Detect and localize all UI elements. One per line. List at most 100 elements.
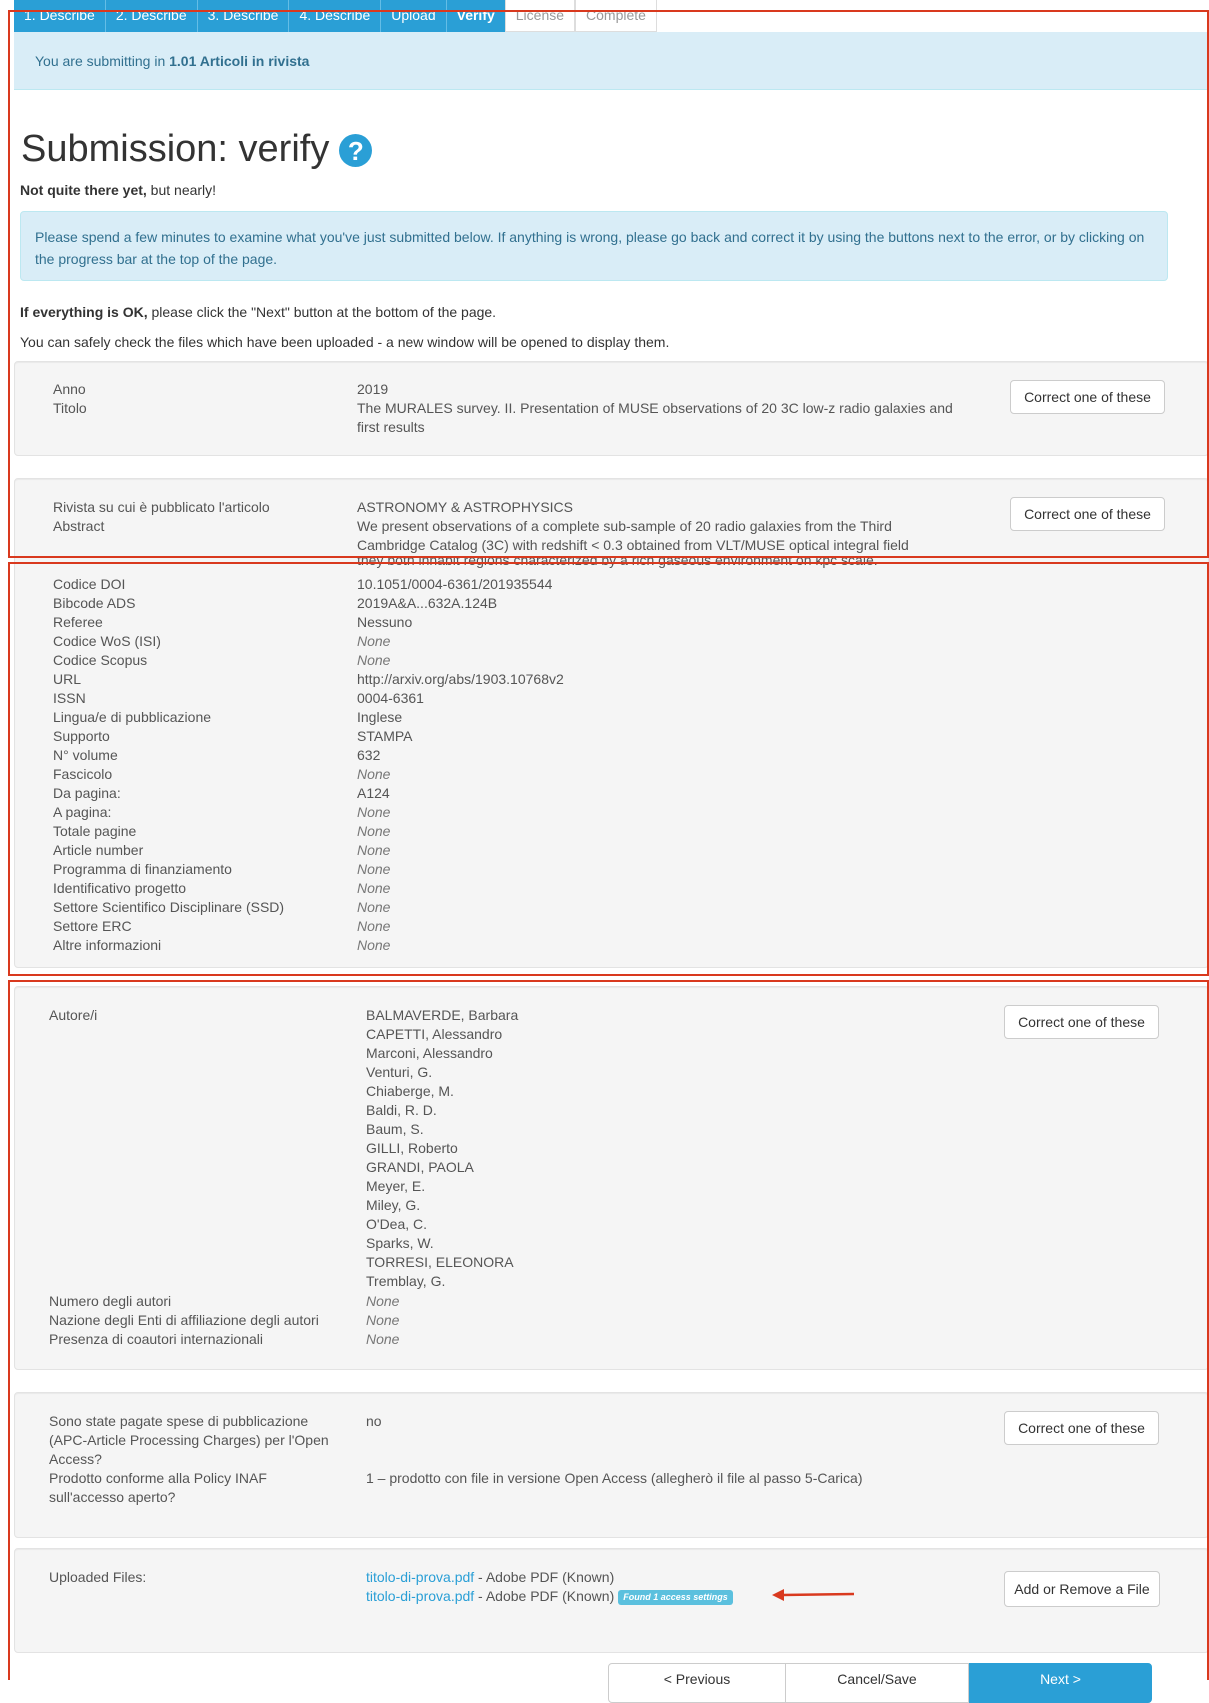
field-label: Settore ERC bbox=[53, 918, 132, 934]
author-meta-value: None bbox=[366, 1312, 400, 1328]
correct-button-4[interactable]: Correct one of these bbox=[1004, 1411, 1159, 1445]
label-authors: Autore/i bbox=[49, 1007, 98, 1023]
progress-step-verify[interactable]: Verify bbox=[446, 0, 505, 32]
author-name: Sparks, W. bbox=[366, 1235, 434, 1251]
label-titolo: Titolo bbox=[53, 400, 87, 416]
apc-question-line: (APC-Article Processing Charges) per l'O… bbox=[49, 1432, 329, 1448]
file-link-2[interactable]: titolo-di-prova.pdf bbox=[366, 1588, 474, 1604]
ok-instruction: If everything is OK, please click the "N… bbox=[20, 304, 497, 320]
value-abstract-tail: they both inhabit regions characterized … bbox=[357, 556, 878, 568]
field-value: Nessuno bbox=[357, 614, 413, 630]
value-rivista: ASTRONOMY & ASTROPHYSICS bbox=[357, 499, 574, 515]
author-name: Marconi, Alessandro bbox=[366, 1045, 493, 1061]
field-value: None bbox=[357, 633, 391, 649]
file-row-1: titolo-di-prova.pdf - Adobe PDF (Known) bbox=[366, 1569, 615, 1585]
annotation-box-1 bbox=[8, 10, 1209, 558]
author-name: GILLI, Roberto bbox=[366, 1140, 458, 1156]
field-value: None bbox=[357, 652, 391, 668]
author-name: Tremblay, G. bbox=[366, 1273, 446, 1289]
instructions-alert: Please spend a few minutes to examine wh… bbox=[20, 211, 1168, 281]
collection-banner: You are submitting in 1.01 Articoli in r… bbox=[14, 32, 1209, 90]
field-label: Article number bbox=[53, 842, 144, 858]
value-apc: no bbox=[366, 1413, 382, 1429]
apc-question-line: Access? bbox=[49, 1451, 102, 1467]
author-meta-label: Nazione degli Enti di affiliazione degli… bbox=[49, 1312, 319, 1328]
field-label: N° volume bbox=[53, 747, 118, 763]
progress-step-describe-4[interactable]: 4. Describe bbox=[289, 0, 382, 32]
author-name: CAPETTI, Alessandro bbox=[366, 1026, 503, 1042]
field-value: None bbox=[357, 823, 391, 839]
value-titolo-line1: The MURALES survey. II. Presentation of … bbox=[357, 400, 953, 416]
field-label: Fascicolo bbox=[53, 766, 113, 782]
apc-question-line: Sono state pagate spese di pubblicazione bbox=[49, 1413, 309, 1429]
author-name: Baldi, R. D. bbox=[366, 1102, 437, 1118]
progress-step-describe-3[interactable]: 3. Describe bbox=[197, 0, 290, 32]
field-value: None bbox=[357, 861, 391, 877]
field-label: Programma di finanziamento bbox=[53, 861, 232, 877]
files-note: You can safely check the files which hav… bbox=[20, 334, 670, 350]
author-name: Chiaberge, M. bbox=[366, 1083, 454, 1099]
progress-bar: 1. Describe 2. Describe 3. Describe 4. D… bbox=[14, 0, 657, 32]
author-name: Baum, S. bbox=[366, 1121, 424, 1137]
field-value: 632 bbox=[357, 747, 381, 763]
field-value: STAMPA bbox=[357, 728, 413, 744]
author-meta-label: Numero degli autori bbox=[49, 1293, 172, 1309]
label-rivista: Rivista su cui è pubblicato l'articolo bbox=[53, 499, 270, 515]
page-title: Submission: verify? bbox=[21, 128, 373, 171]
value-abstract-line1: We present observations of a complete su… bbox=[357, 518, 892, 534]
field-value: None bbox=[357, 880, 391, 896]
field-label: Totale pagine bbox=[53, 823, 137, 839]
banner-prefix: You are submitting in bbox=[35, 53, 170, 69]
correct-button-2[interactable]: Correct one of these bbox=[1010, 497, 1165, 531]
field-label: Settore Scientifico Disciplinare (SSD) bbox=[53, 899, 285, 915]
field-label: ISSN bbox=[53, 690, 86, 706]
value-anno: 2019 bbox=[357, 381, 389, 397]
label-uploaded-files: Uploaded Files: bbox=[49, 1569, 147, 1585]
field-value: http://arxiv.org/abs/1903.10768v2 bbox=[357, 671, 564, 687]
field-label: Altre informazioni bbox=[53, 937, 162, 953]
value-policy: 1 – prodotto con file in versione Open A… bbox=[366, 1470, 863, 1486]
cancel-save-button[interactable]: Cancel/Save bbox=[785, 1663, 969, 1703]
value-titolo-line2: first results bbox=[357, 419, 425, 435]
field-label: URL bbox=[53, 671, 82, 687]
correct-button-1[interactable]: Correct one of these bbox=[1010, 380, 1165, 414]
author-name: Miley, G. bbox=[366, 1197, 421, 1213]
file-link-1[interactable]: titolo-di-prova.pdf bbox=[366, 1569, 474, 1585]
field-label: Codice Scopus bbox=[53, 652, 148, 668]
field-label: Da pagina: bbox=[53, 785, 121, 801]
banner-collection: 1.01 Articoli in rivista bbox=[169, 53, 310, 69]
field-value: None bbox=[357, 804, 391, 820]
progress-step-describe-1[interactable]: 1. Describe bbox=[14, 0, 106, 32]
progress-step-upload[interactable]: Upload bbox=[381, 0, 447, 32]
field-label: Identificativo progetto bbox=[53, 880, 187, 896]
question-circle-icon[interactable]: ? bbox=[339, 134, 373, 168]
add-remove-file-button[interactable]: Add or Remove a File bbox=[1004, 1571, 1160, 1607]
correct-button-3[interactable]: Correct one of these bbox=[1004, 1005, 1159, 1039]
progress-step-complete: Complete bbox=[575, 0, 657, 32]
access-settings-badge: Found 1 access settings bbox=[618, 1589, 733, 1605]
author-name: GRANDI, PAOLA bbox=[366, 1159, 474, 1175]
field-value: None bbox=[357, 937, 391, 953]
page-subtitle: Not quite there yet, but nearly! bbox=[20, 182, 217, 198]
author-name: Meyer, E. bbox=[366, 1178, 426, 1194]
progress-step-describe-2[interactable]: 2. Describe bbox=[105, 0, 198, 32]
file-row-2: titolo-di-prova.pdf - Adobe PDF (Known) F… bbox=[366, 1587, 733, 1606]
annotation-arrow-icon bbox=[772, 1589, 855, 1601]
field-value: A124 bbox=[357, 785, 390, 801]
field-value: None bbox=[357, 766, 391, 782]
progress-step-license: License bbox=[504, 0, 576, 32]
field-value: 0004-6361 bbox=[357, 690, 424, 706]
author-name: BALMAVERDE, Barbara bbox=[366, 1007, 519, 1023]
field-label: Codice DOI bbox=[53, 576, 126, 592]
author-meta-value: None bbox=[366, 1293, 400, 1309]
author-meta-label: Presenza di coautori internazionali bbox=[49, 1331, 264, 1347]
author-meta-value: None bbox=[366, 1331, 400, 1347]
field-label: A pagina: bbox=[53, 804, 112, 820]
field-value: 2019A&A...632A.124B bbox=[357, 595, 498, 611]
author-name: O'Dea, C. bbox=[366, 1216, 428, 1232]
field-label: Lingua/e di pubblicazione bbox=[53, 709, 212, 725]
next-button[interactable]: Next > bbox=[969, 1663, 1152, 1703]
field-label: Supporto bbox=[53, 728, 110, 744]
value-abstract-line2: Cambridge Catalog (3C) with redshift < 0… bbox=[357, 537, 909, 553]
previous-button[interactable]: < Previous bbox=[608, 1663, 786, 1703]
